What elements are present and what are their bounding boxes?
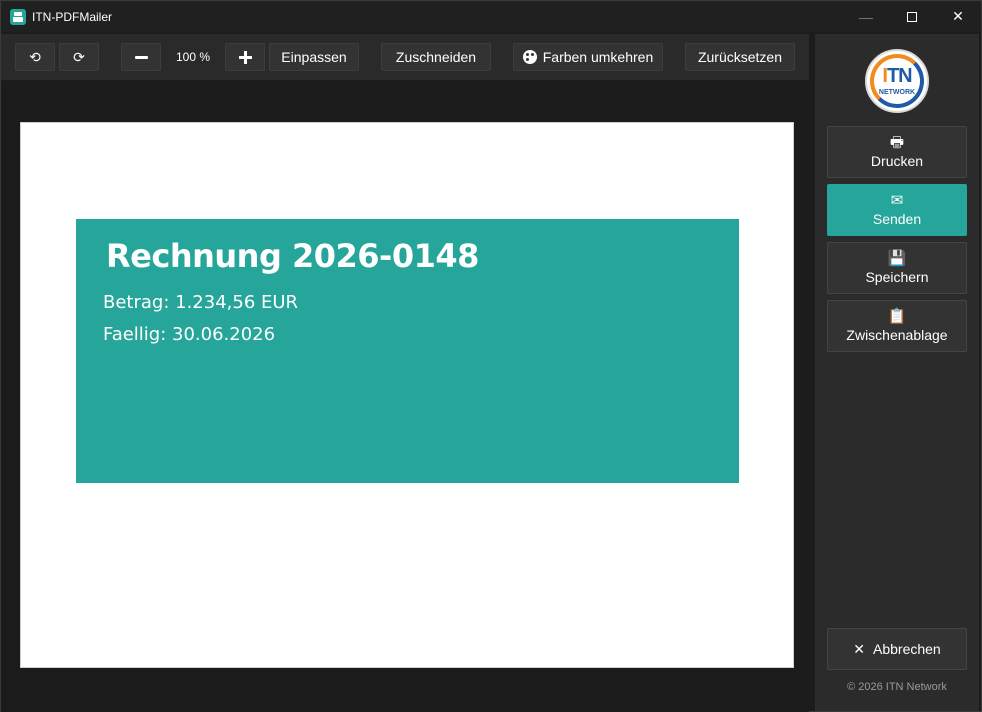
- maximize-button[interactable]: [889, 1, 935, 32]
- window-controls: — ✕: [843, 1, 981, 32]
- toolbar: ⟲ ⟳ 100 % Einpassen Zuschneiden Farben u…: [1, 34, 809, 80]
- crop-button[interactable]: Zuschneiden: [381, 43, 491, 71]
- fit-button-label: Einpassen: [281, 49, 347, 65]
- minimize-button[interactable]: —: [843, 1, 889, 32]
- save-button-label: Speichern: [865, 269, 929, 285]
- zoom-out-button[interactable]: [121, 43, 161, 71]
- rotate-right-button[interactable]: ⟳: [59, 43, 99, 71]
- invert-colors-label: Farben umkehren: [542, 49, 654, 65]
- plus-icon: [238, 50, 252, 64]
- rotate-left-icon: ⟲: [29, 48, 41, 65]
- envelope-icon: ✉: [890, 192, 904, 209]
- action-sidebar: ITN NETWORK 🖶 Drucken ✉ Senden 💾 Speiche…: [815, 34, 979, 711]
- fit-button[interactable]: Einpassen: [269, 43, 359, 71]
- crop-button-label: Zuschneiden: [395, 49, 477, 65]
- close-icon: ✕: [952, 8, 964, 24]
- minus-icon: [134, 55, 148, 59]
- save-icon: 💾: [887, 250, 907, 267]
- logo-subtitle: NETWORK: [878, 89, 916, 96]
- print-button[interactable]: 🖶 Drucken: [827, 126, 967, 178]
- logo-brand: ITN: [882, 65, 912, 87]
- reset-button-label: Zurücksetzen: [697, 49, 783, 65]
- save-button[interactable]: 💾 Speichern: [827, 242, 967, 294]
- cancel-button[interactable]: ✕ Abbrechen: [827, 628, 967, 670]
- maximize-icon: [907, 11, 917, 22]
- palette-icon: [522, 50, 537, 64]
- window-title: ITN-PDFMailer: [32, 9, 112, 24]
- clipboard-button[interactable]: 📋 Zwischenablage: [827, 300, 967, 352]
- reset-button[interactable]: Zurücksetzen: [685, 43, 795, 71]
- app-window: ITN-PDFMailer — ✕ ⟲ ⟳ 100 % Einpassen Zu…: [0, 0, 982, 712]
- preview-canvas[interactable]: Rechnung 2026-0148 Betrag: 1.234,56 EUR …: [1, 82, 809, 712]
- close-icon: ✕: [853, 640, 865, 657]
- send-button[interactable]: ✉ Senden: [827, 184, 967, 236]
- zoom-in-button[interactable]: [225, 43, 265, 71]
- printer-icon: 🖶: [889, 134, 905, 151]
- zoom-level: 100 %: [175, 50, 211, 64]
- copyright-text: © 2026 ITN Network: [847, 681, 947, 693]
- invert-colors-button[interactable]: Farben umkehren: [513, 43, 663, 71]
- document-page: Rechnung 2026-0148 Betrag: 1.234,56 EUR …: [20, 122, 794, 668]
- invoice-block: Rechnung 2026-0148 Betrag: 1.234,56 EUR …: [76, 219, 739, 483]
- print-button-label: Drucken: [870, 153, 924, 169]
- cancel-button-label: Abbrechen: [873, 641, 941, 657]
- minimize-icon: —: [859, 8, 873, 25]
- clipboard-button-label: Zwischenablage: [846, 327, 948, 343]
- title-bar[interactable]: ITN-PDFMailer — ✕: [1, 1, 981, 32]
- send-button-label: Senden: [872, 211, 922, 227]
- clipboard-icon: 📋: [887, 308, 907, 325]
- close-button[interactable]: ✕: [935, 1, 981, 32]
- rotate-right-icon: ⟳: [73, 48, 85, 65]
- invoice-amount: Betrag: 1.234,56 EUR: [103, 292, 299, 313]
- rotate-left-button[interactable]: ⟲: [15, 43, 55, 71]
- invoice-title: Rechnung 2026-0148: [106, 237, 479, 275]
- app-icon: [10, 8, 26, 25]
- itn-network-logo: ITN NETWORK: [865, 49, 929, 113]
- invoice-due-date: Faellig: 30.06.2026: [103, 324, 276, 345]
